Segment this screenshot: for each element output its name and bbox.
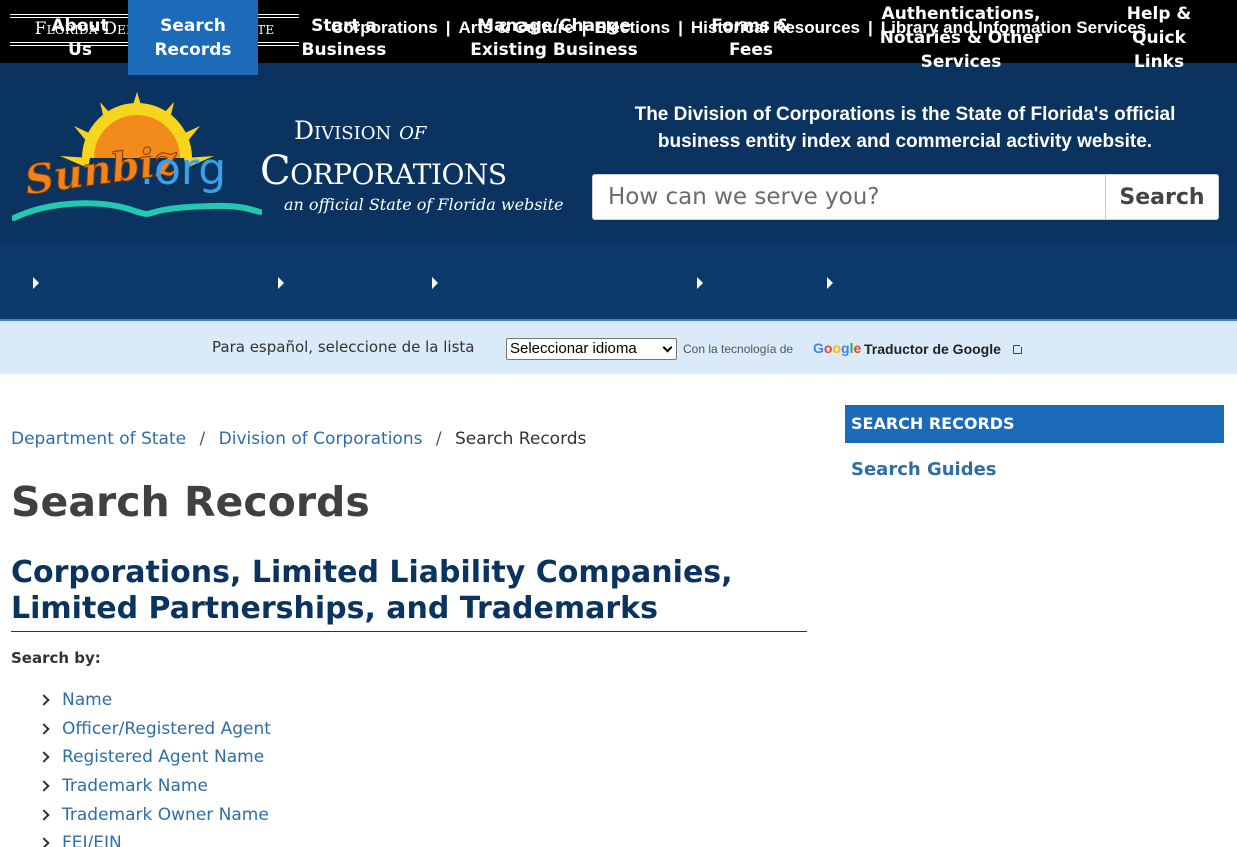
chevron-right-icon [38,694,50,706]
breadcrumb-separator: / [199,429,206,449]
caret-right-icon [827,277,833,289]
sunbiz-logo[interactable]: Sunbiz .org [12,88,262,228]
translate-label: Para español, seleccione de la lista [212,338,475,356]
nav-help-quick-links[interactable]: Help & Quick Links [1112,0,1206,75]
section-title: Corporations, Limited Liability Companie… [11,555,807,632]
language-select[interactable]: Seleccionar idioma [506,338,677,360]
division-line1-of: of [399,116,427,145]
external-link-icon [1013,343,1024,354]
list-item: Trademark Name [38,772,271,801]
nav-search-records[interactable]: Search Records [128,0,258,75]
sidebar-search-guides-link[interactable]: Search Guides [851,459,997,480]
chevron-right-icon [38,723,50,735]
search-by-label: Search by: [11,649,101,667]
list-item: Name [38,686,271,715]
nav-about-us[interactable]: About Us [44,0,116,75]
chevron-right-icon [38,837,50,847]
top-nav-separator: | [678,18,683,37]
chevron-right-icon [38,751,50,764]
caret-right-icon [697,277,703,289]
search-by-officer-link[interactable]: Officer/Registered Agent [62,719,271,739]
header-tagline: The Division of Corporations is the Stat… [634,104,1176,152]
sunbiz-logo-org: .org [140,144,226,195]
breadcrumb: Department of State / Division of Corpor… [11,429,586,449]
list-item: Registered Agent Name [38,743,271,772]
language-select-value: Seleccionar idioma [510,340,637,357]
chevron-right-icon [38,780,50,792]
main-nav [0,244,1237,321]
caret-right-icon [432,277,438,289]
caret-right-icon [33,277,39,289]
list-item: Officer/Registered Agent [38,715,271,744]
sidebar-heading: SEARCH RECORDS [845,405,1224,443]
search-button[interactable]: Search [1105,175,1218,219]
search-input[interactable] [593,175,1105,219]
wave-icon [12,200,262,221]
page-title: Search Records [11,478,370,526]
search-by-trademark-name-link[interactable]: Trademark Name [62,776,208,796]
search-by-list: Name Officer/Registered Agent Registered… [38,686,271,847]
google-logo: Google [813,340,862,356]
nav-manage-change-existing-business[interactable]: Manage/Change Existing Business [444,0,664,75]
list-item: Trademark Owner Name [38,800,271,829]
breadcrumb-current: Search Records [455,429,587,449]
caret-right-icon [278,277,284,289]
division-line3: an official State of Florida website [284,195,564,214]
search-by-trademark-owner-link[interactable]: Trademark Owner Name [62,805,269,825]
chevron-down-icon [662,342,673,353]
chevron-right-icon [38,809,50,821]
nav-forms-fees[interactable]: Forms & Fees [705,0,797,75]
site-search: Search [592,174,1219,220]
nav-start-a-business[interactable]: Start a Business [290,0,398,75]
division-line2: Corporations [260,148,507,194]
search-by-fei-ein-link[interactable]: FEI/EIN [62,833,122,847]
search-by-registered-agent-link[interactable]: Registered Agent Name [62,747,264,767]
search-by-name-link[interactable]: Name [62,690,112,710]
division-line1: Division [294,116,400,145]
breadcrumb-separator: / [435,429,442,449]
breadcrumb-division-of-corporations[interactable]: Division of Corporations [219,429,423,449]
breadcrumb-department-of-state[interactable]: Department of State [11,429,186,449]
powered-by-label: Con la tecnología de [683,342,794,356]
nav-authentications-notaries[interactable]: Authentications, Notaries & Other Servic… [838,0,1084,75]
list-item: FEI/EIN [38,829,271,847]
google-translate-link[interactable]: Traductor de Google [864,341,1001,357]
